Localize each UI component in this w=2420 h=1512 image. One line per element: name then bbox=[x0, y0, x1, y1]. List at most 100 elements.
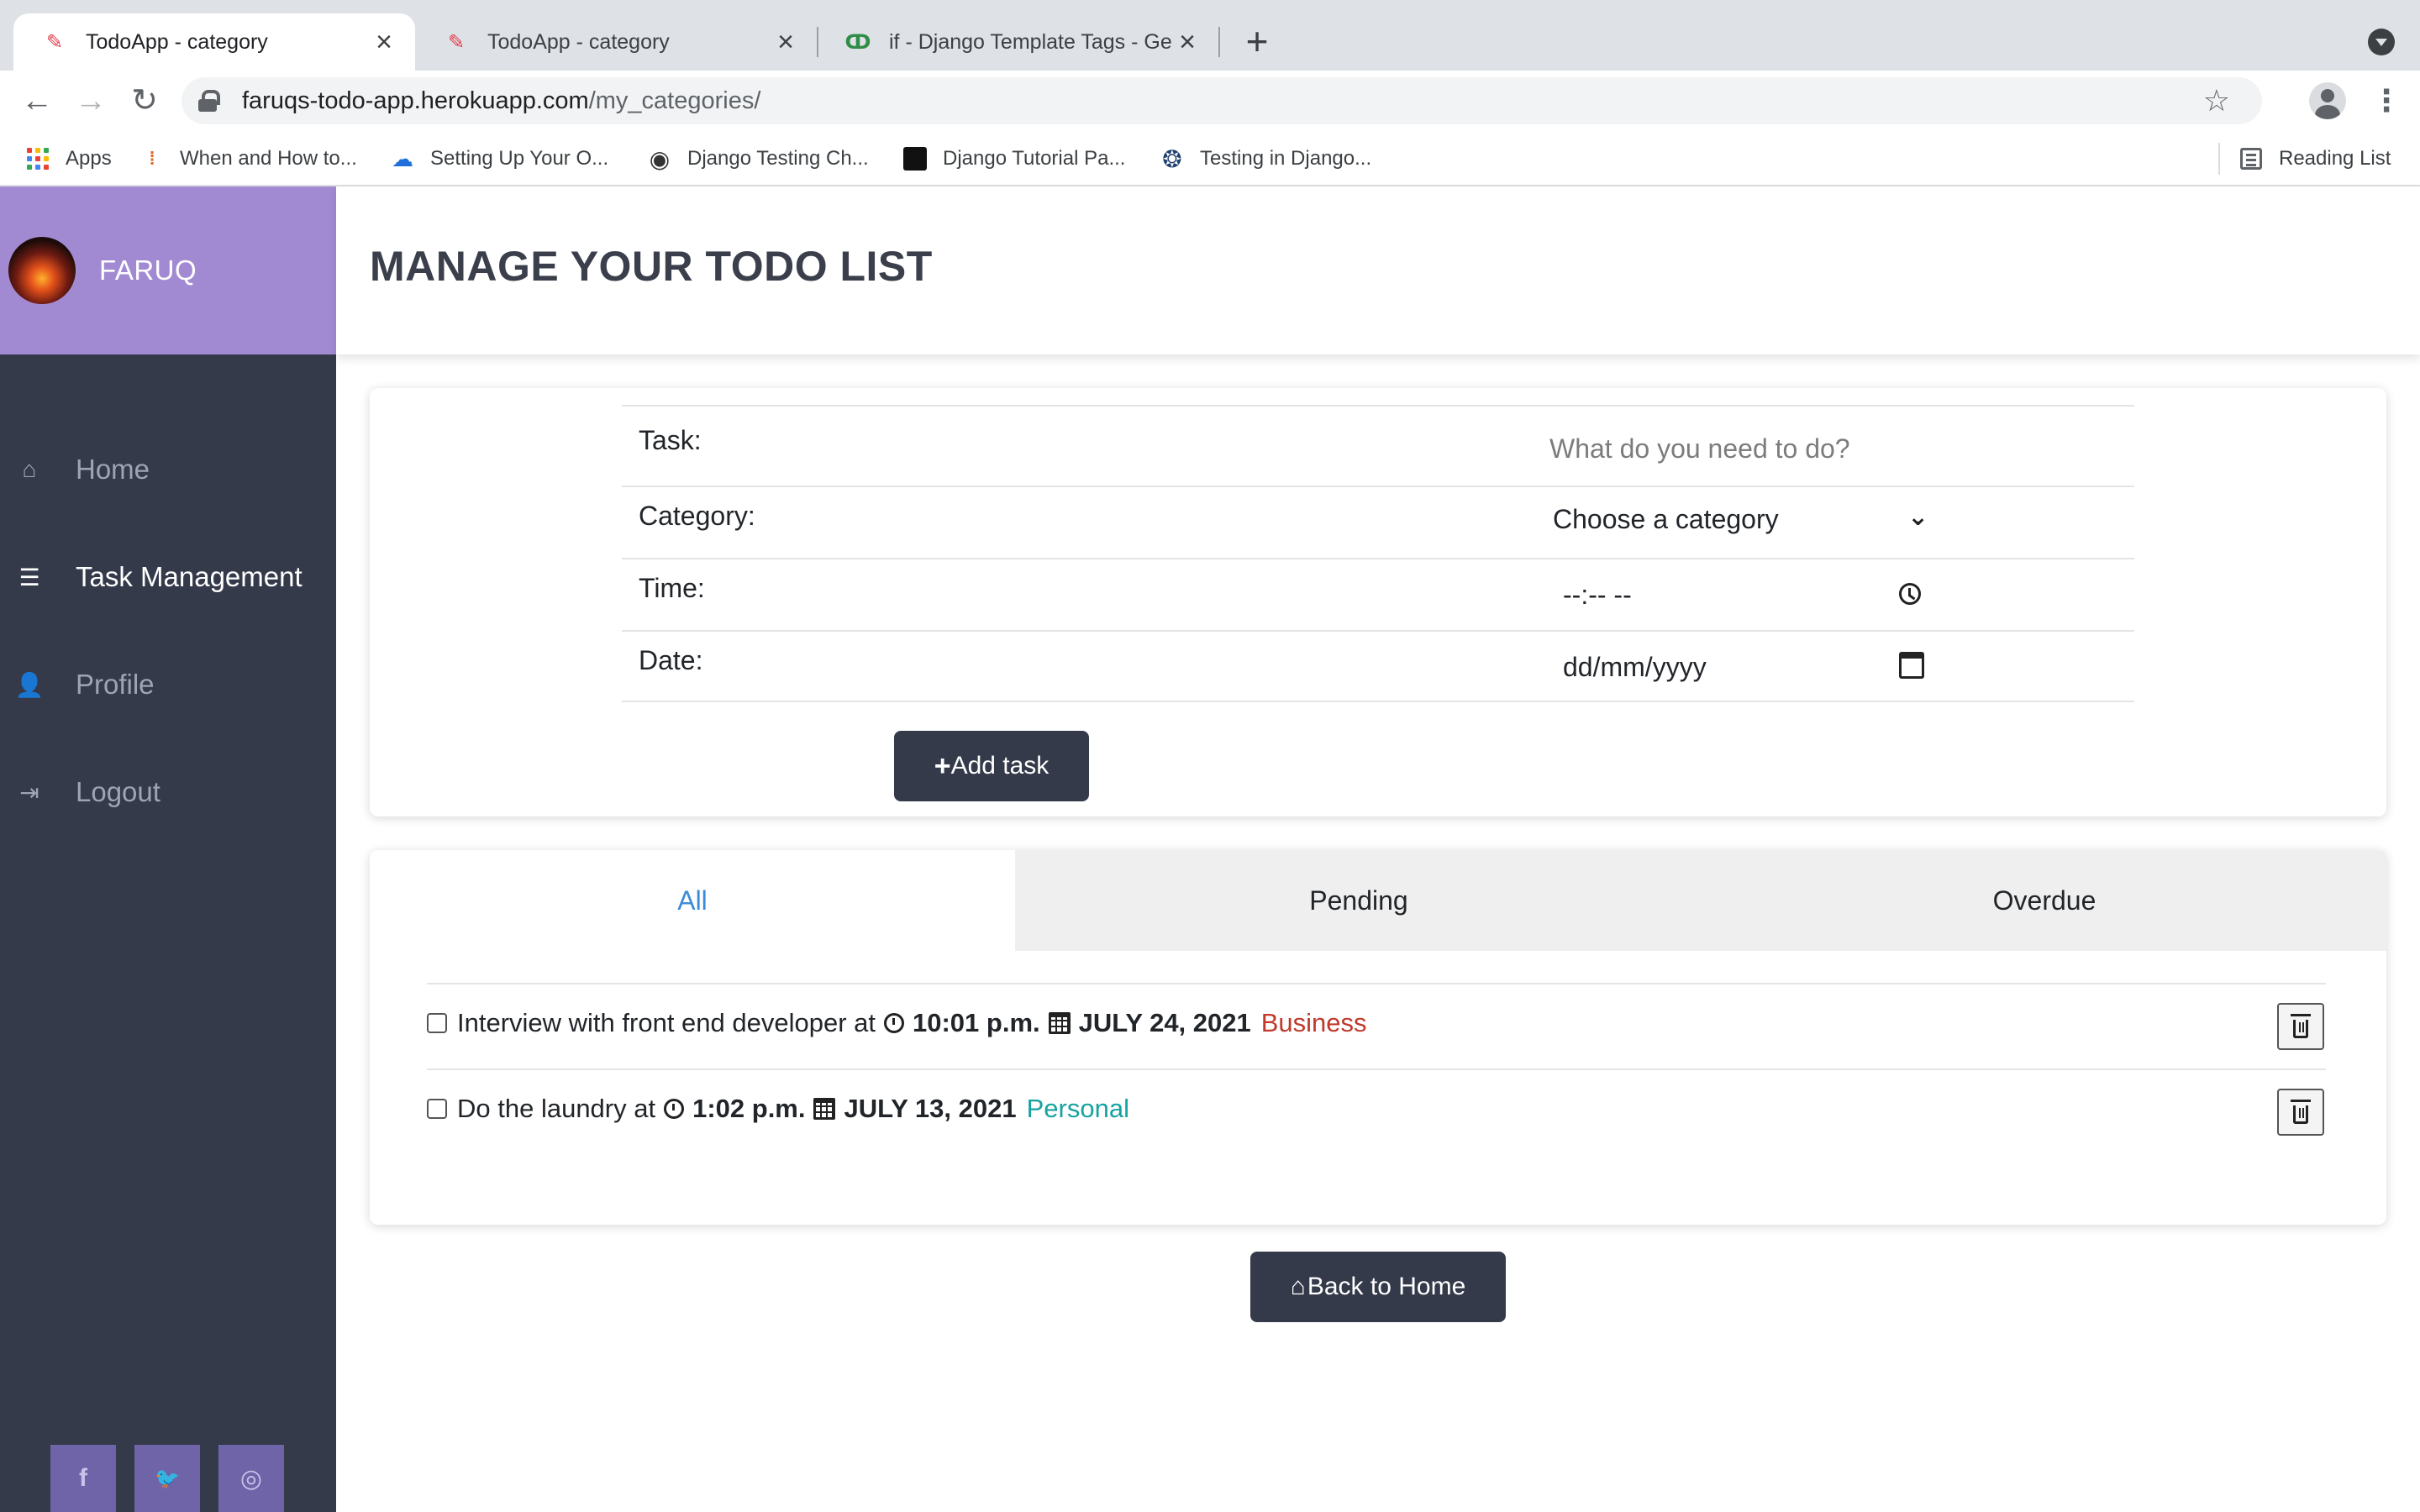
back-to-home-button[interactable]: ⌂ Back to Home bbox=[1250, 1252, 1506, 1322]
apps-grid-icon bbox=[25, 146, 50, 171]
tab-overdue-label: Overdue bbox=[1992, 885, 2096, 916]
tab-search-icon[interactable] bbox=[2368, 29, 2395, 55]
form-row-time: Time: --:-- -- bbox=[622, 558, 2134, 630]
main-header: MANAGE YOUR TODO LIST bbox=[336, 186, 2420, 354]
tab-pending[interactable]: Pending bbox=[1015, 850, 1702, 951]
form-row-task: Task: What do you need to do? bbox=[622, 405, 2134, 486]
delete-task-button[interactable] bbox=[2277, 1003, 2324, 1050]
calendar-icon bbox=[1048, 1012, 1071, 1034]
task-input[interactable]: What do you need to do? bbox=[1549, 433, 1850, 465]
twitter-icon: 🐦 bbox=[155, 1467, 180, 1490]
bookmark-item[interactable]: ❂ Testing in Django... bbox=[1160, 143, 1371, 175]
page-title: MANAGE YOUR TODO LIST bbox=[370, 243, 933, 290]
sidebar-item-logout[interactable]: ⇥ Logout bbox=[0, 763, 336, 822]
back-arrow-icon[interactable]: ← bbox=[18, 82, 55, 119]
facebook-button[interactable]: f bbox=[50, 1445, 116, 1512]
task-line: Do the laundry at 1:02 p.m. JULY 13, 202… bbox=[427, 1094, 1129, 1124]
bookmarks-bar: Apps ⁞ When and How to... ☁ Setting Up Y… bbox=[0, 131, 2420, 186]
bookmark-label: Setting Up Your O... bbox=[430, 147, 609, 170]
add-task-button[interactable]: + Add task bbox=[894, 731, 1089, 801]
twitter-button[interactable]: 🐦 bbox=[134, 1445, 200, 1512]
instagram-icon: ◎ bbox=[239, 1464, 263, 1493]
bookmark-item[interactable]: ◉ Django Testing Ch... bbox=[647, 143, 869, 175]
globe-icon: ◉ bbox=[649, 145, 671, 172]
bookmark-item[interactable]: ☁ Setting Up Your O... bbox=[390, 143, 608, 175]
kebab-menu-icon[interactable]: ⋮ bbox=[2371, 81, 2402, 121]
bookmark-site-icon: ⁞ bbox=[149, 148, 155, 169]
close-tab-icon[interactable]: × bbox=[1175, 28, 1200, 56]
avatar bbox=[8, 237, 76, 304]
address-bar[interactable]: faruqs-todo-app.herokuapp.com/my_categor… bbox=[182, 77, 2262, 124]
clock-icon bbox=[884, 1013, 904, 1033]
sidebar-item-profile[interactable]: 👤 Profile bbox=[0, 655, 336, 714]
bookmark-label: Testing in Django... bbox=[1200, 147, 1372, 170]
clock-icon bbox=[664, 1099, 685, 1119]
sidebar-item-home[interactable]: ⌂ Home bbox=[0, 440, 336, 499]
home-icon: ⌂ bbox=[1290, 1273, 1306, 1300]
browser-tab-1[interactable]: ✎ TodoApp - category × bbox=[13, 13, 415, 71]
home-icon: ⌂ bbox=[22, 456, 37, 482]
task-row: Do the laundry at 1:02 p.m. JULY 13, 202… bbox=[427, 1068, 2326, 1154]
sidebar-header: FARUQ bbox=[0, 186, 336, 354]
sidebar-item-label: Home bbox=[76, 454, 150, 485]
tab-all-label: All bbox=[677, 885, 708, 916]
page: FARUQ ⌂ Home ☰ Task Management 👤 Profile… bbox=[0, 186, 2420, 1512]
profile-avatar-icon[interactable] bbox=[2309, 82, 2346, 119]
bookmark-item[interactable]: Django Tutorial Pa... bbox=[902, 143, 1125, 175]
instagram-button[interactable]: ◎ bbox=[218, 1445, 284, 1512]
task-category: Business bbox=[1260, 1008, 1367, 1037]
sidebar-item-label: Profile bbox=[76, 669, 155, 700]
browser-tabstrip: ✎ TodoApp - category × ✎ TodoApp - categ… bbox=[0, 0, 2420, 71]
task-checkbox[interactable] bbox=[427, 1013, 447, 1033]
python-icon: ❂ bbox=[1162, 145, 1182, 172]
tab-title: TodoApp - category bbox=[487, 29, 670, 54]
calendar-icon[interactable] bbox=[1899, 652, 1924, 679]
task-row: Interview with front end developer at 10… bbox=[427, 983, 2326, 1068]
date-input[interactable]: dd/mm/yyyy bbox=[1563, 652, 1707, 683]
task-time: 10:01 p.m. bbox=[913, 1008, 1040, 1037]
tab-title: if - Django Template Tags - Ge bbox=[889, 29, 1172, 54]
trash-icon bbox=[2291, 1014, 2311, 1038]
bookmark-star-icon[interactable]: ☆ bbox=[2203, 86, 2230, 116]
delete-task-button[interactable] bbox=[2277, 1089, 2324, 1136]
tab-all[interactable]: All bbox=[370, 850, 1015, 951]
task-date: JULY 13, 2021 bbox=[844, 1094, 1017, 1123]
task-label: Task: bbox=[639, 425, 702, 455]
add-task-form: Task: What do you need to do? Category: … bbox=[370, 388, 2386, 816]
tab-overdue[interactable]: Overdue bbox=[1702, 850, 2386, 951]
close-tab-icon[interactable]: × bbox=[773, 28, 798, 56]
todoapp-favicon-icon: ✎ bbox=[447, 30, 466, 54]
forward-arrow-icon[interactable]: → bbox=[72, 82, 109, 119]
reading-list-button[interactable]: Reading List bbox=[2218, 143, 2391, 175]
reload-icon[interactable]: ↻ bbox=[126, 82, 163, 119]
browser-tab-3[interactable]: ↀ if - Django Template Tags - Ge × bbox=[817, 13, 1218, 71]
new-tab-plus-icon[interactable]: + bbox=[1240, 22, 1274, 60]
bookmark-label: When and How to... bbox=[180, 147, 357, 170]
task-text: Do the laundry at bbox=[457, 1094, 656, 1123]
task-time: 1:02 p.m. bbox=[692, 1094, 806, 1123]
task-category: Personal bbox=[1026, 1094, 1129, 1123]
browser-toolbar: ← → ↻ faruqs-todo-app.herokuapp.com/my_c… bbox=[0, 71, 2420, 131]
time-input[interactable]: --:-- -- bbox=[1563, 580, 1632, 611]
chevron-down-icon[interactable]: ⌄ bbox=[1907, 502, 1928, 532]
category-select[interactable]: Choose a category bbox=[1553, 504, 1779, 535]
sidebar-item-task-management[interactable]: ☰ Task Management bbox=[0, 548, 336, 606]
bookmark-apps[interactable]: Apps bbox=[25, 143, 112, 175]
bookmark-item[interactable]: ⁞ When and How to... bbox=[139, 143, 357, 175]
geeksforgeeks-favicon-icon: ↀ bbox=[844, 30, 871, 54]
clock-icon[interactable] bbox=[1899, 583, 1921, 605]
sidebar-item-label: Logout bbox=[76, 776, 160, 807]
time-label: Time: bbox=[639, 573, 705, 603]
task-date: JULY 24, 2021 bbox=[1078, 1008, 1251, 1037]
bookmark-label: Django Testing Ch... bbox=[687, 147, 869, 170]
sidebar-user-name: FARUQ bbox=[99, 255, 197, 286]
form-row-date: Date: dd/mm/yyyy bbox=[622, 630, 2134, 702]
browser-tab-2[interactable]: ✎ TodoApp - category × bbox=[415, 13, 817, 71]
close-tab-icon[interactable]: × bbox=[371, 28, 397, 56]
date-label: Date: bbox=[639, 645, 703, 675]
filter-tabs: All Pending Overdue bbox=[370, 850, 2386, 951]
reading-list-label: Reading List bbox=[2279, 147, 2391, 170]
task-line: Interview with front end developer at 10… bbox=[427, 1008, 1367, 1038]
task-checkbox[interactable] bbox=[427, 1099, 447, 1119]
category-label: Category: bbox=[639, 501, 755, 531]
